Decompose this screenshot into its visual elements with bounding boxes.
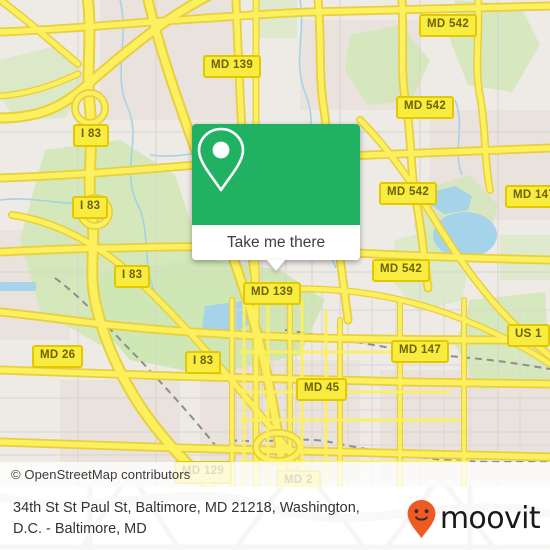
moovit-logo[interactable]: moovit [406,499,541,539]
map-attribution: © OpenStreetMap contributors [0,462,550,487]
road-shield: MD 139 [203,55,262,78]
callout-icon-panel [192,124,360,225]
road-shield: MD 45 [296,378,348,401]
address-line-1: 34th St St Paul St, Baltimore, MD 21218,… [13,499,360,516]
road-shield: MD 542 [372,259,431,282]
road-shield: I 83 [185,351,222,374]
location-address: 34th St St Paul St, Baltimore, MD 21218,… [13,498,360,540]
road-shield: MD 139 [243,282,302,305]
take-me-there-button[interactable]: Take me there [192,225,360,260]
footer-content: 34th St St Paul St, Baltimore, MD 21218,… [0,487,550,550]
road-shield: MD 147 [505,185,550,208]
road-shield: MD 147 [391,340,450,363]
road-shield: MD 542 [419,14,478,37]
callout-pointer-tail [267,260,285,271]
address-line-2: D.C. - Baltimore, MD [13,520,147,537]
location-callout-card[interactable]: Take me there [192,124,360,271]
road-shield: MD 542 [379,182,438,205]
road-shield: I 83 [73,124,110,147]
attribution-text: © OpenStreetMap contributors [11,467,191,482]
screenshot-root: MD 542 MD 139 MD 542 I 83 MD 542 MD 147 I 83 I … [0,0,550,550]
map-pin-icon [197,127,245,192]
map-canvas[interactable]: MD 542 MD 139 MD 542 I 83 MD 542 MD 147 I 83 I … [0,0,550,487]
footer-bar: 34th St St Paul St, Baltimore, MD 21218,… [0,487,550,550]
road-shield: US 1 [507,324,550,347]
take-me-there-label: Take me there [226,233,326,251]
moovit-pin-icon [407,499,436,538]
road-shield: MD 542 [396,96,455,119]
moovit-wordmark: moovit [439,500,541,536]
road-shield: I 83 [72,196,109,219]
road-shield: MD 26 [32,345,84,368]
road-shield: I 83 [114,265,151,288]
